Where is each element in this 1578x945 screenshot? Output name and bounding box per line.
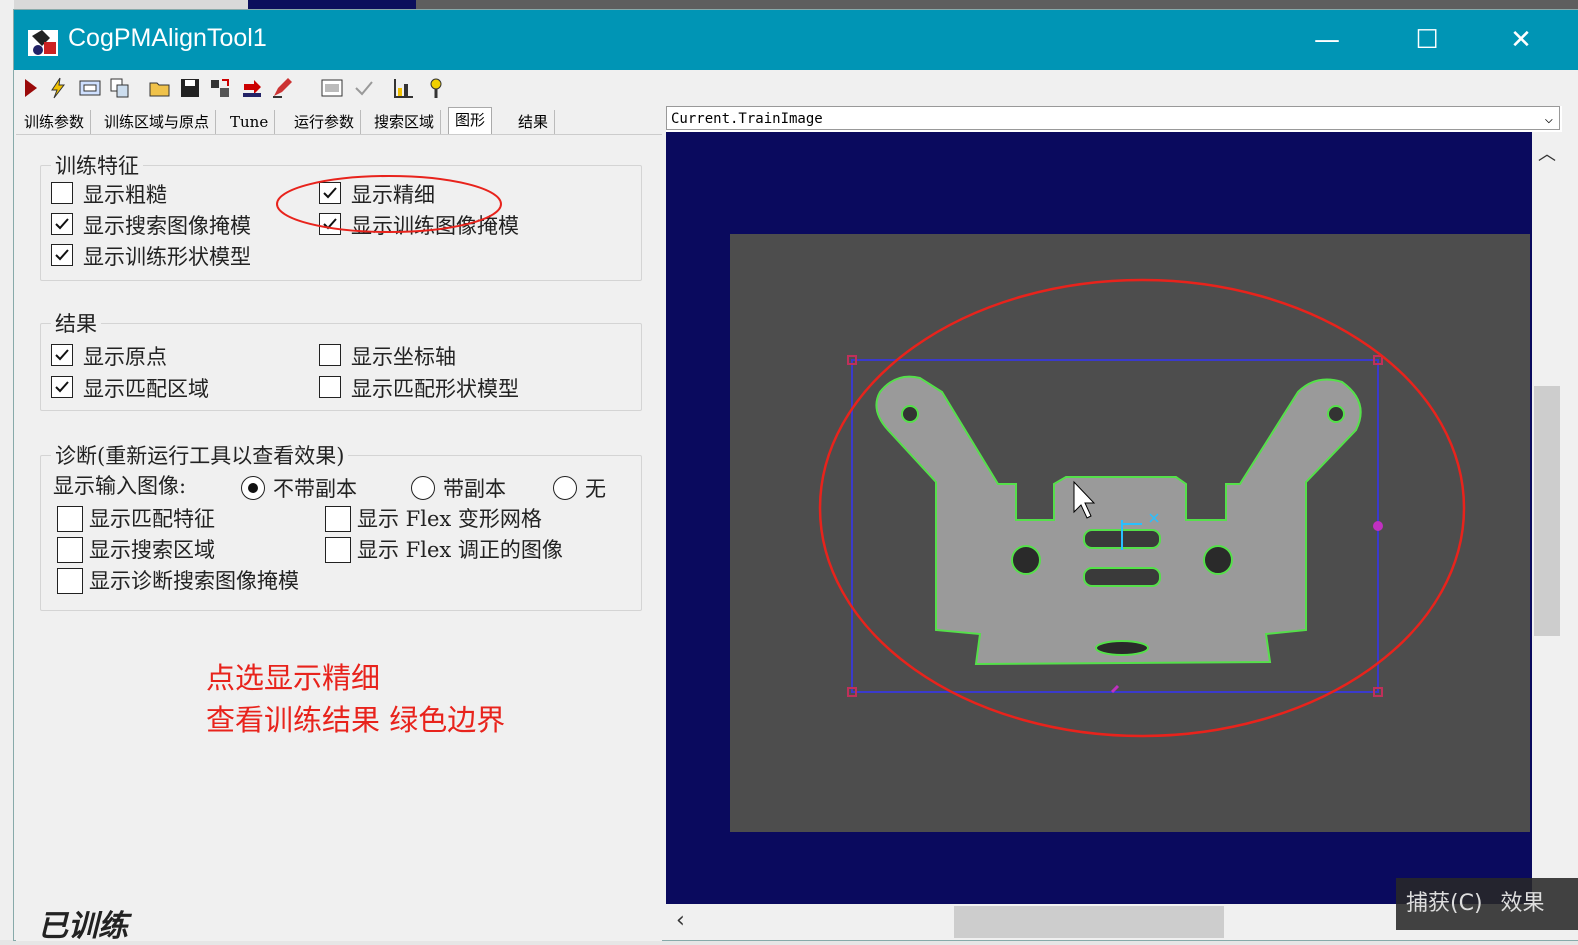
display-icon[interactable] (78, 76, 102, 100)
hole-feature (1095, 640, 1149, 656)
scrollbar-thumb[interactable] (1534, 386, 1560, 636)
annotation-line-2: 查看训练结果 绿色边界 (206, 703, 506, 737)
checkbox-label: 显示坐标轴 (351, 345, 456, 369)
copy-icon[interactable] (108, 76, 132, 100)
train-image-canvas[interactable] (666, 132, 1532, 904)
checkbox-unchecked[interactable] (325, 537, 351, 563)
check-icon[interactable] (352, 76, 376, 100)
tab-search-region[interactable]: 搜索区域 (368, 110, 442, 134)
tab-train-region[interactable]: 训练区域与原点 (98, 110, 217, 134)
checkbox-label: 显示匹配特征 (89, 507, 215, 531)
hole-feature (1327, 405, 1345, 423)
train-features-title: 训练特征 (51, 150, 143, 180)
checkbox-unchecked[interactable] (57, 568, 83, 594)
tool-window: CogPMAlignTool1 — ☐ ✕ 训练参数 训练区域与原点 Tune … (14, 10, 1578, 944)
checkbox-unchecked[interactable] (325, 506, 351, 532)
edit-icon[interactable] (270, 76, 294, 100)
tab-train-params[interactable]: 训练参数 (18, 110, 92, 134)
tab-run-params[interactable]: 运行参数 (288, 110, 362, 134)
radio-unselected[interactable] (411, 476, 435, 500)
radio-label: 无 (585, 477, 606, 501)
checkbox-label: 显示匹配形状模型 (351, 377, 519, 401)
tab-tune[interactable]: Tune (224, 110, 276, 134)
minimize-button[interactable]: — (1304, 20, 1350, 60)
checkbox-unchecked[interactable] (51, 182, 73, 204)
checkbox-label: 显示粗糙 (83, 183, 167, 207)
image-select-dropdown[interactable]: Current.TrainImage ⌵ (666, 106, 1560, 130)
chevron-up-icon[interactable]: ︿ (1538, 140, 1556, 166)
trained-status: 已训练 (38, 909, 128, 944)
checkbox-checked[interactable] (51, 244, 73, 266)
checkbox-label: 显示原点 (83, 345, 167, 369)
lightning-icon[interactable] (46, 76, 70, 100)
radio-label: 带副本 (443, 477, 506, 501)
annotation-line-1: 点选显示精细 (206, 661, 381, 695)
radio-label: 不带副本 (273, 477, 357, 501)
checkbox-label: 显示搜索图像掩模 (83, 214, 251, 238)
diagnostics-title: 诊断(重新运行工具以查看效果) (51, 440, 349, 470)
image-select-value: Current.TrainImage (671, 111, 823, 127)
window-title: CogPMAlignTool1 (68, 24, 267, 52)
checkbox-label: 显示搜索区域 (89, 538, 215, 562)
checkbox-unchecked[interactable] (57, 506, 83, 532)
open-icon[interactable] (148, 76, 172, 100)
checkbox-label: 显示匹配区域 (83, 377, 209, 401)
background-left-edge (0, 0, 14, 940)
tab-graphics[interactable]: 图形 (448, 107, 493, 136)
checkbox-label: 显示 Flex 变形网格 (357, 507, 542, 531)
effect-button[interactable]: 效果 (1501, 891, 1545, 916)
slot-feature (1083, 567, 1161, 587)
checkbox-checked[interactable] (51, 213, 73, 235)
run-icon[interactable] (18, 76, 42, 100)
help-icon[interactable] (424, 76, 448, 100)
checkbox-label: 显示 Flex 调正的图像 (357, 538, 563, 562)
scrollbar-thumb[interactable] (954, 906, 1224, 938)
chevron-down-icon[interactable]: ⌵ (1545, 107, 1553, 131)
import-icon[interactable] (240, 76, 264, 100)
checkbox-label: 显示训练形状模型 (83, 245, 251, 269)
chevron-left-icon[interactable]: ‹ (676, 908, 685, 933)
radio-unselected[interactable] (553, 476, 577, 500)
checkbox-unchecked[interactable] (57, 537, 83, 563)
maximize-button[interactable]: ☐ (1404, 20, 1450, 60)
results-title: 结果 (51, 308, 101, 338)
checkbox-checked[interactable] (51, 344, 73, 366)
hole-feature (1203, 545, 1233, 575)
tab-results[interactable]: 结果 (512, 110, 556, 134)
chart-icon[interactable] (392, 76, 416, 100)
capture-overlay[interactable]: 捕获(C) 效果 (1396, 878, 1578, 930)
checkbox-label: 显示诊断搜索图像掩模 (89, 569, 299, 593)
capture-button[interactable]: 捕获(C) (1406, 891, 1483, 916)
radio-selected[interactable] (241, 476, 265, 500)
checkbox-unchecked[interactable] (319, 376, 341, 398)
highlight-ellipse (276, 175, 502, 233)
hole-feature (901, 405, 919, 423)
vertical-scrollbar[interactable]: ︿ (1532, 132, 1562, 904)
app-icon (28, 30, 58, 56)
input-image-label: 显示输入图像: (53, 474, 187, 498)
image-display[interactable] (666, 132, 1532, 904)
checkbox-unchecked[interactable] (319, 344, 341, 366)
diagnostics-group: 诊断(重新运行工具以查看效果) 显示输入图像: 不带副本 带副本 无 显示匹配特… (40, 440, 642, 611)
checkbox-checked[interactable] (51, 376, 73, 398)
results-group: 结果 显示原点 显示坐标轴 显示匹配区域 显示匹配形状模型 (40, 308, 642, 411)
save-icon[interactable] (178, 76, 202, 100)
toolbar (14, 72, 1578, 104)
close-button[interactable]: ✕ (1498, 20, 1544, 60)
image-icon[interactable] (320, 76, 344, 100)
graphics-settings-panel: 训练特征 显示粗糙 显示精细 显示搜索图像掩模 显示训练图像掩模 显示训练形状模… (16, 134, 662, 944)
rotation-handle[interactable] (1373, 521, 1383, 531)
hole-feature (1011, 545, 1041, 575)
image-display-panel: Current.TrainImage ⌵ ︿ ‹ (666, 106, 1562, 940)
title-bar[interactable]: CogPMAlignTool1 — ☐ ✕ (14, 10, 1578, 70)
reset-icon[interactable] (208, 76, 232, 100)
